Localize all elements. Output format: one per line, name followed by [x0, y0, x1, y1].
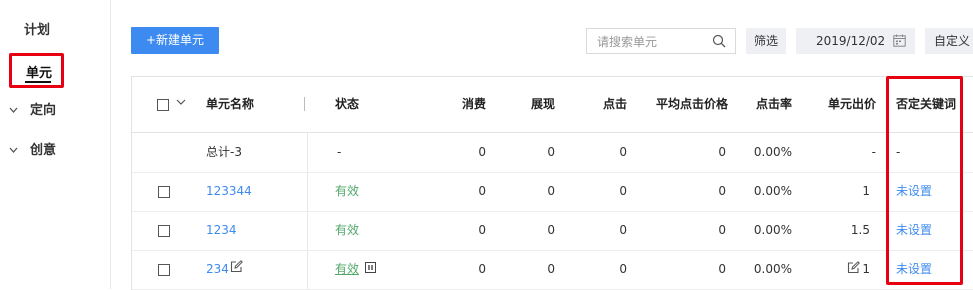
header-bid[interactable]: 单元出价	[822, 77, 876, 132]
clicks-value: 0	[619, 223, 627, 237]
table-row: 1234 有效 0 0 0 0 0.00% 1.5 未设置	[132, 211, 973, 251]
total-bid: -	[871, 145, 876, 159]
total-clicks: 0	[619, 145, 627, 159]
sidebar-item-plan[interactable]: 计划	[0, 20, 110, 42]
negative-keywords-link[interactable]: 未设置	[896, 211, 932, 250]
total-avg-cpc: 0	[718, 145, 726, 159]
bid-value: 1.5	[850, 223, 870, 237]
search-input[interactable]	[595, 32, 709, 52]
unit-name-link[interactable]: 1234	[206, 211, 237, 250]
edit-icon[interactable]	[230, 260, 243, 273]
total-cost: 0	[478, 145, 486, 159]
negative-keywords-link[interactable]: 未设置	[896, 250, 932, 289]
total-negative-keywords: -	[896, 145, 901, 159]
sidebar: 计划 单元 定向 创意	[0, 0, 111, 289]
row-checkbox[interactable]	[158, 186, 170, 198]
clicks-value: 0	[619, 184, 627, 198]
table-row: 234 有效 0 0 0 0 0.00% 1 未设置	[132, 250, 973, 290]
date-picker[interactable]: 2019/12/02	[796, 28, 915, 54]
unit-table: 单元名称 状态 消费 展现 点击 平均点击价格 点击率 单元出价 否定关键词 总…	[131, 76, 973, 290]
active-indicator	[25, 81, 51, 83]
custom-range-button[interactable]: 自定义	[925, 28, 973, 54]
sidebar-item-label: 单元	[26, 66, 53, 81]
new-unit-button[interactable]: +新建单元	[131, 27, 219, 54]
cost-value: 0	[478, 223, 486, 237]
total-ctr: 0.00%	[753, 145, 792, 159]
calendar-icon	[893, 34, 906, 47]
select-all-checkbox[interactable]	[157, 99, 169, 111]
unit-name-link[interactable]: 123344	[206, 172, 252, 211]
sidebar-item-unit[interactable]: 单元	[9, 53, 64, 88]
ctr-value: 0.00%	[753, 184, 792, 198]
table-row: 123344 有效 0 0 0 0 0.00% 1 未设置	[132, 172, 973, 212]
sidebar-item-label: 计划	[24, 23, 51, 38]
table-total-row: 总计-3 - 0 0 0 0 0.00% - -	[132, 133, 973, 173]
date-value: 2019/12/02	[816, 34, 886, 48]
avg-cpc-value: 0	[718, 262, 726, 276]
impressions-value: 0	[547, 184, 555, 198]
cost-value: 0	[478, 184, 486, 198]
total-name: 总计-3	[206, 145, 242, 159]
sidebar-item-creative[interactable]: 创意	[0, 140, 110, 162]
sidebar-item-label: 定向	[30, 103, 57, 118]
total-impressions: 0	[547, 145, 555, 159]
row-checkbox[interactable]	[158, 264, 170, 276]
header-status[interactable]: 状态	[335, 77, 359, 132]
status-text[interactable]: 有效	[335, 250, 359, 289]
search-box	[586, 28, 736, 54]
header-negative-keywords[interactable]: 否定关键词	[896, 77, 956, 132]
chevron-down-icon	[9, 100, 18, 131]
column-resize-handle[interactable]	[304, 97, 305, 111]
impressions-value: 0	[547, 223, 555, 237]
cost-value: 0	[478, 262, 486, 276]
header-impressions[interactable]: 展现	[519, 77, 555, 132]
bid-value: 1	[862, 262, 870, 276]
header-clicks[interactable]: 点击	[591, 77, 627, 132]
unit-name-link[interactable]: 234	[206, 250, 229, 289]
header-cost[interactable]: 消费	[450, 77, 486, 132]
sidebar-item-targeting[interactable]: 定向	[0, 100, 110, 122]
bid-value: 1	[862, 184, 870, 198]
header-avg-cpc[interactable]: 平均点击价格	[642, 77, 728, 132]
sidebar-item-label: 创意	[30, 143, 57, 158]
clicks-value: 0	[619, 262, 627, 276]
header-ctr[interactable]: 点击率	[752, 77, 792, 132]
impressions-value: 0	[547, 262, 555, 276]
filter-button[interactable]: 筛选	[746, 28, 786, 54]
total-status: -	[337, 145, 342, 159]
chevron-down-icon[interactable]	[176, 96, 186, 110]
pause-icon[interactable]	[365, 262, 376, 273]
chevron-down-icon	[9, 140, 18, 171]
search-icon[interactable]	[712, 34, 726, 48]
ctr-value: 0.00%	[753, 223, 792, 237]
status-text: 有效	[335, 184, 360, 198]
avg-cpc-value: 0	[718, 223, 726, 237]
ctr-value: 0.00%	[753, 262, 792, 276]
negative-keywords-link[interactable]: 未设置	[896, 172, 932, 211]
avg-cpc-value: 0	[718, 184, 726, 198]
table-header: 单元名称 状态 消费 展现 点击 平均点击价格 点击率 单元出价 否定关键词	[132, 77, 973, 133]
status-text: 有效	[335, 223, 360, 237]
header-name[interactable]: 单元名称	[206, 77, 254, 132]
row-checkbox[interactable]	[158, 225, 170, 237]
